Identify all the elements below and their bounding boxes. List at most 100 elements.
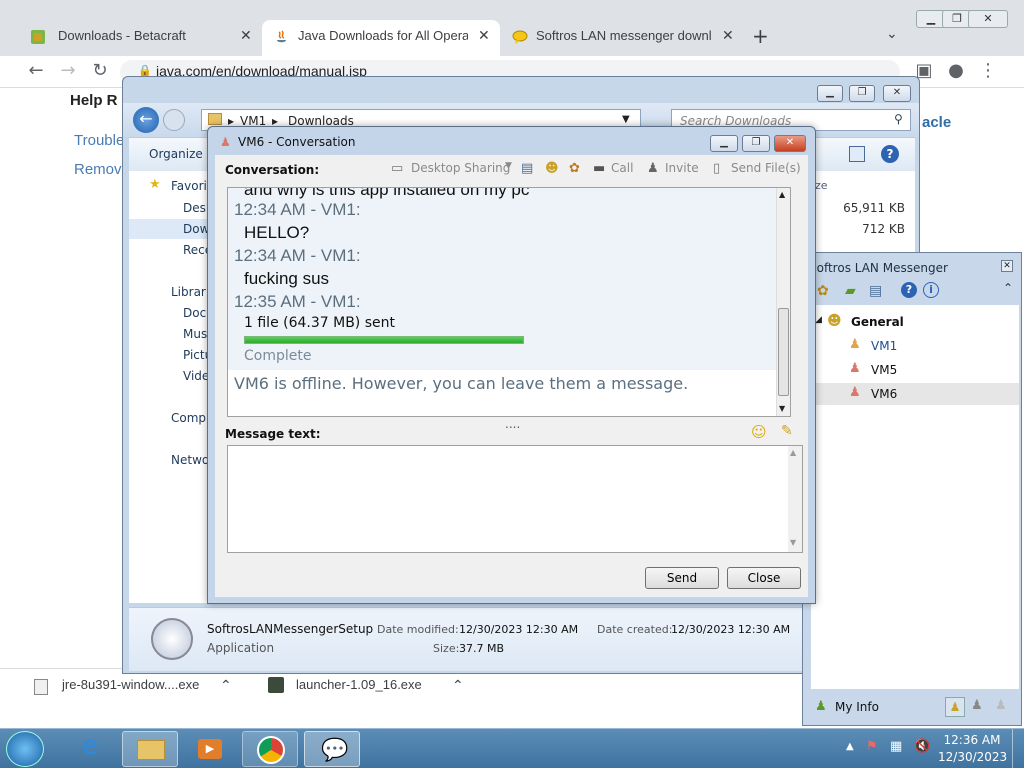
forward-icon[interactable]: → [56,60,80,84]
network-icon[interactable]: ▦ [890,739,902,754]
chrome-icon [257,736,285,764]
contact-list: ◢ ☻ General ♟ VM1 ♟ VM5 ♟ VM6 [811,305,1019,689]
close-button[interactable]: ✕ [968,10,1008,28]
troubleshoot-link[interactable]: Trouble [74,132,124,149]
history-icon[interactable]: ▤ [521,161,533,176]
help-icon[interactable]: ? [901,282,917,298]
scrollbar[interactable]: ▲ ▼ [776,188,790,416]
history-icon[interactable]: ▤ [869,283,882,299]
message-input[interactable]: ▲ ▼ [227,445,803,553]
date-modified-label: Date modified: [377,623,459,636]
settings-icon[interactable]: ✿ [569,161,580,176]
user-offline-icon: ♟ [849,361,861,376]
send-files-button[interactable]: Send File(s) [731,161,801,175]
tab-search-icon[interactable]: ⌄ [886,26,898,42]
scroll-up-icon[interactable]: ▲ [779,190,785,199]
dropdown-arrow-icon[interactable]: ▼ [505,161,512,171]
minimize-button[interactable]: ▁ [817,85,843,102]
close-icon[interactable]: ✕ [1001,260,1013,272]
tab-softros[interactable]: Softros LAN messenger downloa ✕ [500,20,744,56]
desktop-sharing-button[interactable]: Desktop Sharing [411,161,510,175]
scroll-up-icon[interactable]: ▲ [790,448,796,457]
offline-notice: VM6 is offline. However, you can leave t… [234,374,689,393]
scroll-down-icon[interactable]: ▼ [790,538,796,547]
internet-explorer-icon[interactable]: e [62,731,118,767]
size-column-header[interactable]: ze [815,179,828,192]
back-icon[interactable]: ← [133,107,159,133]
media-player-icon[interactable]: ▶ [182,731,238,767]
close-tab-icon[interactable]: ✕ [478,27,490,44]
minimize-button[interactable]: ▁ [710,135,738,152]
folder-icon[interactable]: ▰ [845,283,856,299]
status-away-icon[interactable]: ♟ [971,698,983,713]
chevron-up-icon[interactable]: ⌃ [220,677,232,694]
help-icon[interactable]: ? [881,145,899,163]
scrollbar-thumb[interactable] [778,308,789,396]
status-online-icon[interactable]: ♟ [945,697,965,717]
close-tab-icon[interactable]: ✕ [722,27,734,44]
close-button[interactable]: ✕ [883,85,911,102]
file-transfer-label: 1 file (64.37 MB) sent [244,315,395,331]
status-offline-icon[interactable]: ♟ [995,698,1007,713]
reload-icon[interactable]: ↻ [88,60,112,84]
speech-bubble-icon [512,29,528,45]
invite-button[interactable]: Invite [665,161,699,175]
send-button[interactable]: Send [645,567,719,589]
group-icon: ☻ [827,313,842,329]
group-expand-icon[interactable]: ◢ [815,315,822,325]
dropdown-arrow-icon[interactable]: ▼ [622,114,630,125]
star-icon: ★ [149,177,161,192]
info-icon[interactable]: i [923,282,939,298]
installer-file-icon [34,679,48,695]
new-tab-button[interactable]: + [752,24,769,48]
conversation-body: Conversation: ▭ Desktop Sharing ▼ ▤ ☻ ✿ … [215,155,808,597]
file-transfer-progress [244,336,524,344]
action-center-icon[interactable]: ⚑ [866,739,878,754]
chevron-up-icon[interactable]: ⌃ [452,677,464,694]
user-offline-icon: ♟ [220,135,231,149]
my-info-button[interactable]: My Info [835,700,879,714]
font-style-icon[interactable]: ✎ [781,423,793,439]
scroll-down-icon[interactable]: ▼ [779,404,785,413]
menu-icon[interactable]: ⋮ [976,60,1000,84]
lan-messenger-title: Softros LAN Messenger [809,261,948,275]
forward-icon[interactable] [163,109,185,131]
organize-button[interactable]: Organize [149,147,203,161]
tray-expand-icon[interactable]: ▲ [846,741,854,752]
preview-pane-icon[interactable] [849,146,865,162]
tab-betacraft[interactable]: Downloads - Betacraft ✕ [18,20,260,56]
message-text: HELLO? [244,223,310,242]
show-desktop-button[interactable] [1012,729,1024,768]
start-button[interactable] [6,731,44,767]
scrollbar[interactable]: ▲ ▼ [788,446,802,552]
contact-vm6[interactable]: VM6 [871,387,897,401]
maximize-button[interactable]: ❐ [742,135,770,152]
contact-vm1[interactable]: VM1 [871,339,897,353]
clock-date[interactable]: 12/30/2023 [938,750,1007,764]
group-general[interactable]: General [851,315,904,329]
smiley-icon[interactable]: ☺ [751,423,767,441]
contact-info-icon[interactable]: ☻ [545,161,559,176]
tab-java-downloads[interactable]: Java Downloads for All Operating ✕ [262,20,500,56]
clock-time[interactable]: 12:36 AM [942,733,1002,747]
close-conversation-button[interactable]: Close [727,567,801,589]
chevron-up-icon[interactable]: ⌃ [1003,281,1013,295]
search-icon[interactable]: ⚲ [894,112,903,126]
download-item-jre[interactable]: jre-8u391-window....exe [62,677,199,692]
softros-taskbar-button[interactable]: 💬 [304,731,360,767]
remove-link[interactable]: Remov [74,161,122,178]
splitter-handle[interactable]: .... [505,417,520,431]
maximize-button[interactable]: ❐ [849,85,875,102]
back-icon[interactable]: ← [24,60,48,84]
volume-muted-icon[interactable]: 🔇 [914,739,930,754]
profile-icon[interactable]: ● [944,60,968,84]
nav-favorites[interactable]: Favorit [171,179,212,193]
settings-icon[interactable]: ✿ [817,283,829,299]
call-button[interactable]: Call [611,161,633,175]
close-button[interactable]: ✕ [774,135,806,152]
chrome-taskbar-button[interactable] [242,731,298,767]
download-item-launcher[interactable]: launcher-1.09_16.exe [296,677,422,692]
contact-vm5[interactable]: VM5 [871,363,897,377]
close-tab-icon[interactable]: ✕ [240,27,252,44]
explorer-taskbar-button[interactable] [122,731,178,767]
